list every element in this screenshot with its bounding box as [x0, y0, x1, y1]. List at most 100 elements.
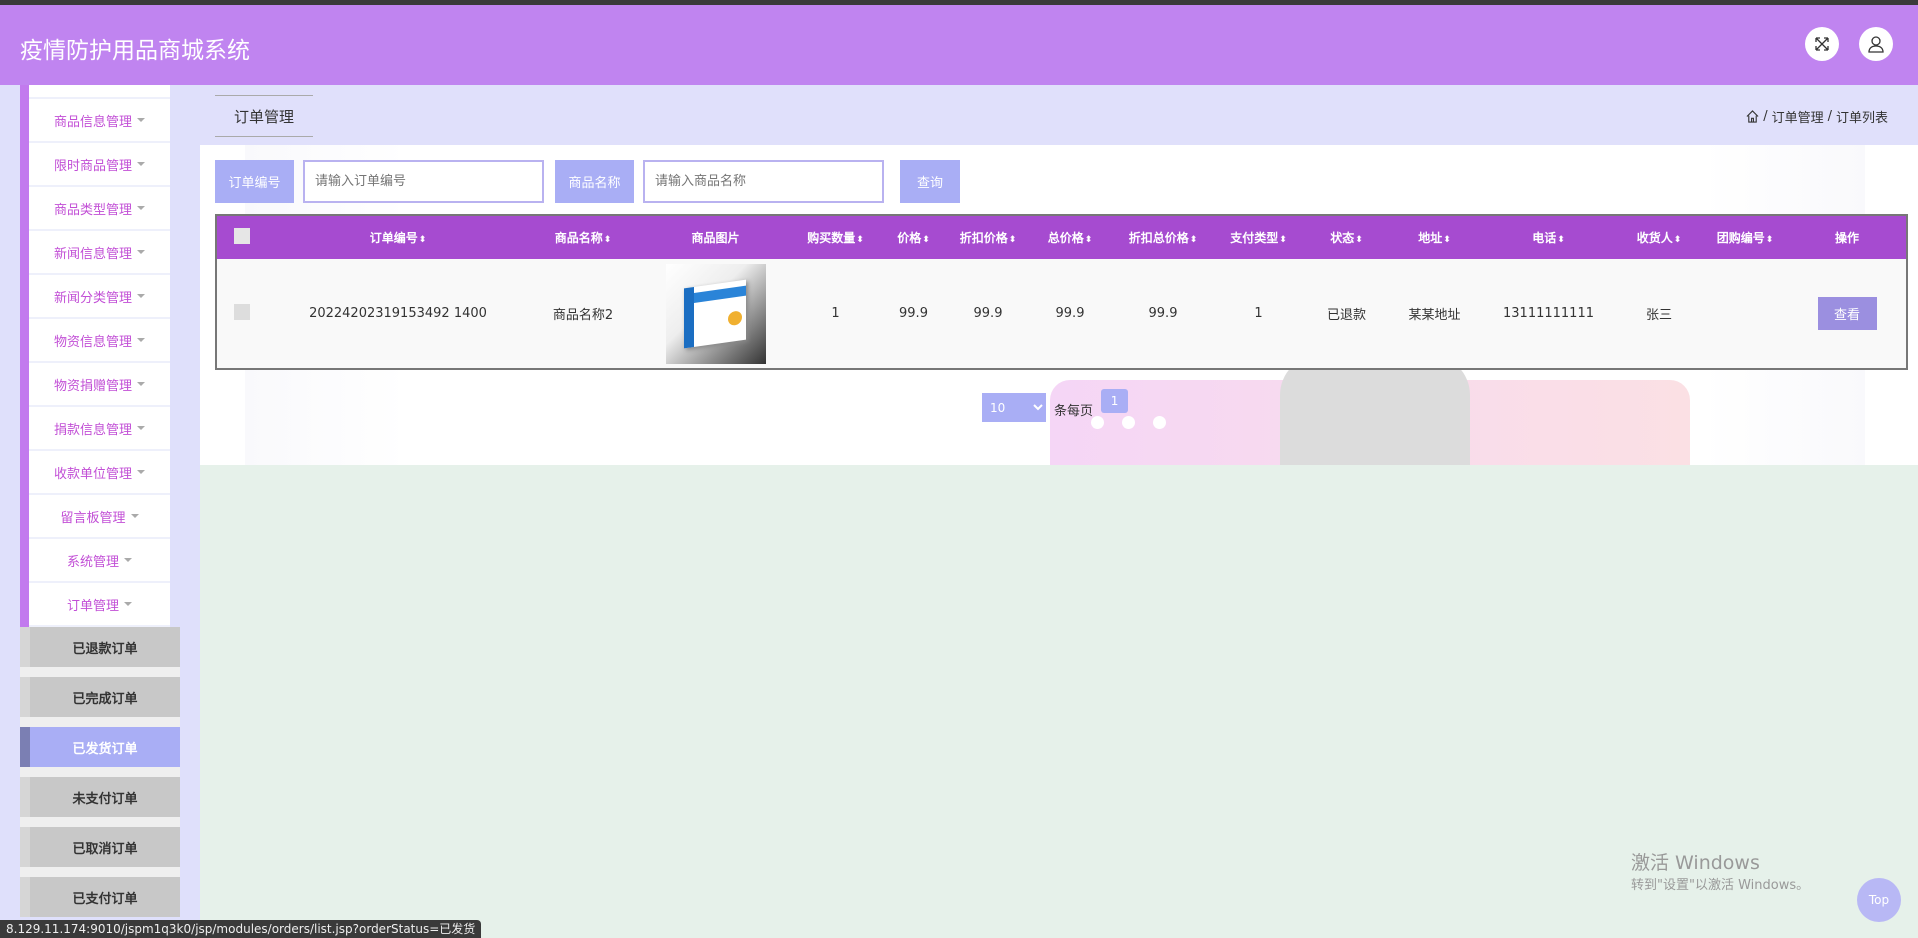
- column-header[interactable]: 购买数量⬍: [794, 215, 877, 259]
- column-header[interactable]: 电话⬍: [1481, 215, 1616, 259]
- content-panel: 订单编号 商品名称 查询 订单编号⬍商品名称⬍商品图片购买数量⬍价格⬍折扣价格⬍…: [200, 145, 1918, 465]
- app-header: 疫情防护用品商城系统: [0, 5, 1918, 85]
- sidebar-item[interactable]: 商品信息管理: [29, 99, 170, 143]
- medicine-box-graphic: [683, 279, 746, 348]
- caret-down-icon: [130, 514, 139, 518]
- back-to-top-button[interactable]: Top: [1857, 878, 1901, 922]
- fullscreen-button[interactable]: [1805, 27, 1839, 61]
- sort-icon[interactable]: ⬍: [604, 235, 612, 245]
- submenu-item[interactable]: 已发货订单: [20, 727, 180, 767]
- table-row: 20224202319153492 1400 商品名称2 1 99.9 99.9 99.9…: [216, 259, 1907, 369]
- tab-order-management[interactable]: 订单管理: [215, 95, 313, 137]
- page-1-button[interactable]: 1: [1101, 389, 1129, 413]
- row-checkbox[interactable]: [234, 303, 250, 320]
- sort-icon[interactable]: ⬍: [856, 235, 864, 245]
- sidebar-item[interactable]: 商品类型管理: [29, 187, 170, 231]
- sidebar-item-label: 限时商品管理: [53, 158, 132, 174]
- column-header[interactable]: 支付类型⬍: [1212, 215, 1305, 259]
- column-header-label: 折扣总价格: [1128, 231, 1189, 245]
- sort-icon[interactable]: ⬍: [1355, 235, 1363, 245]
- order-no-input[interactable]: [303, 160, 544, 203]
- submenu-gap: [20, 817, 180, 827]
- caret-down-icon: [137, 426, 145, 430]
- sidebar-item[interactable]: 物资信息管理: [29, 319, 170, 363]
- submenu-gap: [20, 867, 180, 877]
- price-cell: 99.9: [877, 259, 950, 369]
- query-button[interactable]: 查询: [900, 160, 960, 203]
- sidebar-item-partial[interactable]: [29, 85, 170, 99]
- sidebar-item[interactable]: 限时商品管理: [29, 143, 170, 187]
- sort-icon[interactable]: ⬍: [1279, 235, 1287, 245]
- sort-icon[interactable]: ⬍: [1443, 235, 1451, 245]
- expand-icon: [1815, 37, 1829, 51]
- sort-icon[interactable]: ⬍: [419, 235, 427, 245]
- caret-down-icon: [137, 294, 145, 298]
- sort-icon[interactable]: ⬍: [1557, 235, 1565, 245]
- column-header[interactable]: 地址⬍: [1388, 215, 1481, 259]
- column-header[interactable]: 折扣总价格⬍: [1114, 215, 1212, 259]
- view-button[interactable]: 查看: [1817, 297, 1877, 330]
- caret-down-icon: [137, 382, 145, 386]
- sidebar-item[interactable]: 系统管理: [29, 539, 170, 583]
- submenu-item[interactable]: 未支付订单: [20, 777, 180, 817]
- column-header-label: 商品图片: [691, 231, 740, 245]
- sidebar-item-label: 新闻分类管理: [53, 290, 132, 306]
- sidebar-item-label: 新闻信息管理: [53, 246, 132, 262]
- column-header[interactable]: 订单编号⬍: [267, 215, 529, 259]
- sidebar-item[interactable]: 订单管理: [29, 583, 170, 627]
- column-header-label: 购买数量: [807, 231, 856, 245]
- column-header[interactable]: 状态⬍: [1305, 215, 1388, 259]
- select-all-cell: [216, 215, 267, 259]
- carousel-dot[interactable]: [1153, 416, 1166, 429]
- action-cell: 查看: [1788, 259, 1907, 369]
- caret-down-icon: [137, 470, 145, 474]
- sidebar-item[interactable]: 收款单位管理: [29, 451, 170, 495]
- submenu-item[interactable]: 已支付订单: [20, 877, 180, 917]
- sort-icon[interactable]: ⬍: [922, 235, 930, 245]
- sidebar-item[interactable]: 新闻信息管理: [29, 231, 170, 275]
- carousel-dot[interactable]: [1091, 416, 1104, 429]
- sidebar-item[interactable]: 新闻分类管理: [29, 275, 170, 319]
- sort-icon[interactable]: ⬍: [1085, 235, 1093, 245]
- group-no-cell: [1702, 259, 1788, 369]
- column-header-label: 操作: [1834, 231, 1859, 245]
- caret-down-icon: [124, 558, 132, 562]
- home-icon[interactable]: [1746, 110, 1759, 123]
- column-header-label: 状态: [1330, 231, 1355, 245]
- sidebar-item[interactable]: 捐款信息管理: [29, 407, 170, 451]
- sidebar-item[interactable]: 物资捐赠管理: [29, 363, 170, 407]
- select-all-checkbox[interactable]: [234, 228, 250, 244]
- column-header-label: 折扣价格: [959, 231, 1008, 245]
- submenu-item[interactable]: 已退款订单: [20, 627, 180, 667]
- discount-total-cell: 99.9: [1114, 259, 1212, 369]
- product-image[interactable]: [665, 263, 766, 364]
- column-header[interactable]: 折扣价格⬍: [950, 215, 1026, 259]
- column-header[interactable]: 总价格⬍: [1026, 215, 1114, 259]
- column-header[interactable]: 价格⬍: [877, 215, 950, 259]
- discount-price-cell: 99.9: [950, 259, 1026, 369]
- sort-icon[interactable]: ⬍: [1766, 235, 1774, 245]
- column-header[interactable]: 团购编号⬍: [1702, 215, 1788, 259]
- page-size-select[interactable]: 10: [982, 393, 1046, 422]
- sort-icon[interactable]: ⬍: [1190, 235, 1198, 245]
- caret-down-icon: [124, 602, 132, 606]
- carousel-dot[interactable]: [1122, 416, 1135, 429]
- app-title: 疫情防护用品商城系统: [20, 38, 250, 64]
- order-no-cell: 20224202319153492 1400: [267, 259, 529, 369]
- sort-icon[interactable]: ⬍: [1009, 235, 1017, 245]
- column-header[interactable]: 收货人⬍: [1616, 215, 1702, 259]
- column-header-label: 商品名称: [554, 231, 603, 245]
- sidebar-item[interactable]: 留言板管理: [29, 495, 170, 539]
- column-header[interactable]: 商品名称⬍: [529, 215, 637, 259]
- submenu-item[interactable]: 已取消订单: [20, 827, 180, 867]
- user-button[interactable]: [1859, 27, 1893, 61]
- address-cell: 某某地址: [1388, 259, 1481, 369]
- order-no-label: 订单编号: [215, 160, 294, 203]
- breadcrumb-order-management[interactable]: 订单管理: [1772, 107, 1824, 126]
- windows-watermark-text: 转到"设置"以激活 Windows。: [1631, 878, 1810, 893]
- product-name-input[interactable]: [643, 160, 884, 203]
- caret-down-icon: [137, 118, 145, 122]
- submenu-item[interactable]: 已完成订单: [20, 677, 180, 717]
- sort-icon[interactable]: ⬍: [1674, 235, 1682, 245]
- caret-down-icon: [137, 162, 145, 166]
